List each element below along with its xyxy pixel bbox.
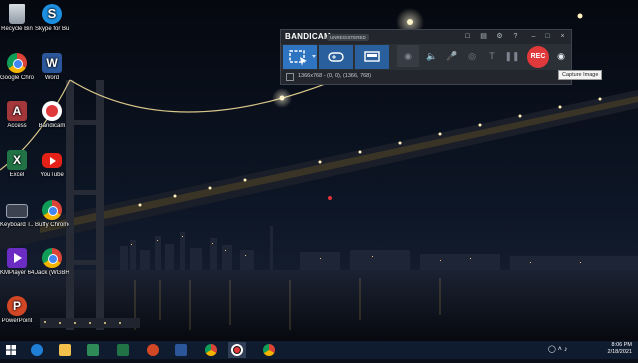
desktop-icon-buffy-chrome[interactable]: Buffy Chrome <box>35 200 69 229</box>
taskbar-word[interactable] <box>172 342 190 358</box>
taskbar: ◯ ˄ ♪ 8:06 PM 2/18/2021 <box>0 341 638 359</box>
store-icon <box>87 344 99 356</box>
close-button[interactable]: × <box>558 32 567 41</box>
chrome-icon <box>7 53 27 73</box>
desktop-icon-youtube[interactable]: YouTube <box>35 150 69 179</box>
excel-icon: X <box>7 150 27 170</box>
microphone-icon: 🎤 <box>446 51 458 61</box>
microphone-button[interactable]: 🎤 <box>444 48 460 64</box>
help-icon[interactable]: ? <box>511 32 520 41</box>
youtube-icon <box>42 153 62 168</box>
taskbar-chrome[interactable] <box>202 342 220 358</box>
powerpoint-icon: P <box>7 296 27 316</box>
speaker-icon: 🔈 <box>426 51 438 61</box>
bandicam-icon <box>231 344 243 356</box>
capture-area-text: 1366x768 - (0, 0), (1366, 768) <box>298 73 372 79</box>
pause-button[interactable]: ❚❚ <box>504 48 520 64</box>
bandicam-toolbar: ◉ 🔈 🎤 ◎ T ❚❚ REC ◉ <box>281 44 571 70</box>
taskbar-clock[interactable]: 8:06 PM 2/18/2021 <box>608 342 632 356</box>
checkbox[interactable] <box>286 73 294 81</box>
screen-record-icon <box>289 50 316 66</box>
desktop-icon-keyboard[interactable]: Keyboard T... <box>0 200 34 229</box>
bandicam-logo: BANDICAM <box>285 32 331 41</box>
camera-icon: ◉ <box>557 51 565 61</box>
hdmi-device-icon <box>364 51 380 62</box>
windows-icon <box>6 345 16 355</box>
desktop-icon-excel[interactable]: X Excel <box>0 150 34 179</box>
desktop-icon-bandicam[interactable]: Bandicam <box>35 101 69 130</box>
rec-button[interactable]: REC <box>527 46 549 68</box>
folder-icon <box>59 344 71 356</box>
chrome-icon <box>205 344 217 356</box>
desktop-icon-skype[interactable]: S Skype for Business <box>35 4 69 33</box>
edge-icon <box>31 344 43 356</box>
settings-icon[interactable]: ⚙ <box>495 32 504 41</box>
desktop: Recycle Bin S Skype for Business Google … <box>0 0 638 341</box>
keyboard-icon <box>6 204 28 218</box>
chrome-profile-icon <box>263 344 275 356</box>
maximize-button[interactable]: □ <box>543 32 552 41</box>
network-icon[interactable]: ◯ <box>548 346 556 353</box>
screen-mode-button[interactable] <box>283 45 317 69</box>
desktop-icon-recycle-bin[interactable]: Recycle Bin <box>0 4 34 33</box>
capture-image-tooltip: Capture Image <box>558 70 603 80</box>
word-icon: W <box>42 53 62 73</box>
bandicam-icon <box>42 101 62 121</box>
folder-icon[interactable]: ▤ <box>479 32 488 41</box>
excel-icon <box>117 344 129 356</box>
minimize-button[interactable]: – <box>529 32 538 41</box>
taskbar-file-explorer[interactable] <box>56 342 74 358</box>
desktop-icon-access[interactable]: A Access <box>0 101 34 130</box>
desktop-icon-google-chrome[interactable]: Google Chrome <box>0 53 34 82</box>
kmplayer-icon <box>7 248 27 268</box>
volume-icon[interactable]: ♪ <box>564 346 568 353</box>
desktop-icon-powerpoint[interactable]: P PowerPoint <box>0 296 34 325</box>
clock-date: 2/18/2021 <box>607 349 632 355</box>
desktop-icon-word[interactable]: W Word <box>35 53 69 82</box>
text-overlay-button[interactable]: T <box>484 48 500 64</box>
desktop-icon-jack-chrome[interactable]: Jack (WGBH Red F...) <box>35 248 69 277</box>
recycle-bin-icon <box>9 4 25 24</box>
taskbar-chrome-profile[interactable] <box>260 342 278 358</box>
text-icon: T <box>489 51 495 61</box>
start-button[interactable] <box>2 342 20 358</box>
taskbar-powerpoint[interactable] <box>144 342 162 358</box>
unregistered-badge[interactable]: UNREGISTERED <box>327 34 369 41</box>
desktop-icon-kmplayer[interactable]: KMPlayer 64X <box>0 248 34 277</box>
cursor-effect-icon: ◎ <box>468 51 476 61</box>
chrome-profile-icon <box>42 200 62 220</box>
taskbar-bandicam[interactable] <box>228 342 246 358</box>
clock-time: 8:06 PM <box>611 342 632 348</box>
bandicam-window[interactable]: BANDICAM UNREGISTERED □ ▤ ⚙ ? – □ × ◉ 🔈 … <box>280 29 572 85</box>
lock-icon[interactable]: □ <box>463 32 472 41</box>
taskbar-store[interactable] <box>84 342 102 358</box>
webcam-overlay-button[interactable]: ◉ <box>397 45 419 67</box>
gamepad-icon <box>328 52 344 62</box>
skype-icon: S <box>42 4 62 24</box>
word-icon <box>175 344 187 356</box>
device-mode-button[interactable] <box>355 45 389 69</box>
powerpoint-icon <box>147 344 159 356</box>
bandicam-status-bar: 1366x768 - (0, 0), (1366, 768) <box>281 70 571 84</box>
cursor-effects-button[interactable]: ◎ <box>464 48 480 64</box>
taskbar-edge[interactable] <box>28 342 46 358</box>
pause-icon: ❚❚ <box>504 51 520 61</box>
chevron-up-icon[interactable]: ˄ <box>558 346 562 353</box>
access-icon: A <box>7 101 27 121</box>
tray-icons[interactable]: ◯ ˄ ♪ <box>548 345 567 353</box>
game-mode-button[interactable] <box>319 45 353 69</box>
capture-image-button[interactable]: ◉ <box>553 48 569 64</box>
taskbar-excel[interactable] <box>114 342 132 358</box>
speaker-button[interactable]: 🔈 <box>424 48 440 64</box>
webcam-icon: ◉ <box>404 51 412 61</box>
chrome-profile-icon <box>42 248 62 268</box>
bandicam-title-bar[interactable]: BANDICAM UNREGISTERED □ ▤ ⚙ ? – □ × <box>281 30 571 44</box>
